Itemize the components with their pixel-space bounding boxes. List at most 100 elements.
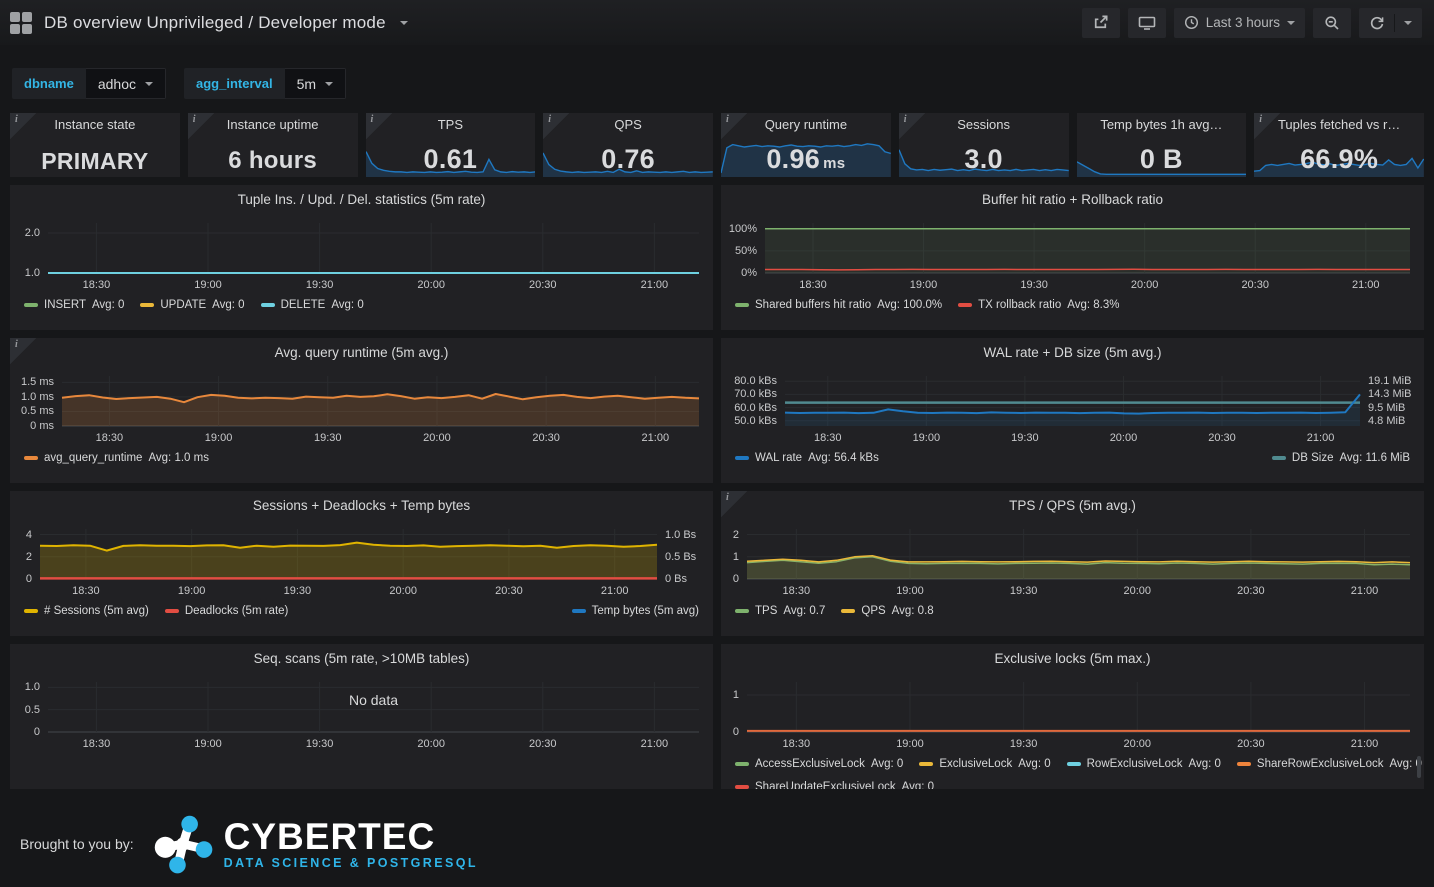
stat-panel: iTPS0.61 bbox=[366, 113, 536, 177]
chart-plot-area[interactable] bbox=[10, 338, 713, 428]
y-axis-label: 0 ms bbox=[10, 420, 54, 432]
x-axis-label: 18:30 bbox=[68, 738, 124, 750]
stat-value: 0 B bbox=[1077, 144, 1247, 175]
legend-item[interactable]: INSERTAvg: 0 bbox=[24, 299, 124, 311]
legend-scrollbar[interactable] bbox=[1417, 756, 1421, 778]
dashboards-grid-icon[interactable] bbox=[10, 12, 32, 34]
legend-color-swatch bbox=[735, 303, 749, 307]
legend-item[interactable]: ExclusiveLockAvg: 0 bbox=[919, 758, 1050, 770]
panel-info-icon[interactable]: i bbox=[366, 113, 392, 139]
legend-item[interactable]: UPDATEAvg: 0 bbox=[140, 299, 244, 311]
legend-item[interactable]: WAL rate Avg: 56.4 kBs bbox=[735, 452, 879, 464]
legend-item[interactable]: DELETEAvg: 0 bbox=[261, 299, 364, 311]
tv-icon bbox=[1138, 15, 1156, 31]
y-axis-label: 0% bbox=[721, 267, 757, 279]
legend-item[interactable]: TPSAvg: 0.7 bbox=[735, 605, 825, 617]
x-axis-label: 20:00 bbox=[375, 585, 431, 597]
y-axis-label: 70.0 kBs bbox=[721, 388, 777, 400]
chart-plot-area[interactable] bbox=[10, 644, 713, 734]
legend-item[interactable]: Deadlocks (5m rate) bbox=[165, 605, 289, 617]
share-button[interactable] bbox=[1082, 8, 1120, 38]
legend-series-label: # Sessions (5m avg) bbox=[44, 605, 149, 617]
chart-plot-area[interactable] bbox=[721, 338, 1424, 428]
footer-text: Brought to you by: bbox=[20, 836, 134, 852]
legend-color-swatch bbox=[735, 762, 749, 766]
button-divider bbox=[1394, 14, 1395, 32]
legend-item[interactable]: Temp bytes (5m avg) bbox=[572, 605, 699, 617]
legend-color-swatch bbox=[735, 609, 749, 613]
legend-item[interactable]: DB SizeAvg: 11.6 MiB bbox=[1272, 452, 1410, 464]
legend: INSERTAvg: 0UPDATEAvg: 0DELETEAvg: 0 bbox=[24, 299, 699, 311]
chart-plot-area[interactable] bbox=[721, 491, 1424, 581]
legend-item[interactable]: avg_query_runtimeAvg: 1.0 ms bbox=[24, 452, 209, 464]
chart-panel: Sessions + Deadlocks + Temp bytes0240 Bs… bbox=[10, 491, 713, 636]
legend: TPSAvg: 0.7 QPSAvg: 0.8 bbox=[735, 605, 1410, 617]
panel-info-icon[interactable]: i bbox=[721, 491, 747, 517]
legend-series-label: Deadlocks (5m rate) bbox=[185, 605, 289, 617]
x-axis-label: 18:30 bbox=[58, 585, 114, 597]
title-chevron-down-icon[interactable] bbox=[400, 21, 408, 25]
tv-mode-button[interactable] bbox=[1128, 8, 1166, 38]
variable-value-dropdown[interactable]: adhoc bbox=[86, 68, 166, 99]
legend-item[interactable]: ShareRowExclusiveLockAvg: 0 bbox=[1237, 758, 1422, 770]
dashboard-title[interactable]: DB overview Unprivileged / Developer mod… bbox=[44, 13, 386, 33]
panel-info-icon[interactable]: i bbox=[10, 113, 36, 139]
legend-item[interactable]: ShareUpdateExclusiveLockAvg: 0 bbox=[735, 781, 934, 789]
legend-color-swatch bbox=[165, 609, 179, 613]
legend-item[interactable]: AccessExclusiveLockAvg: 0 bbox=[735, 758, 903, 770]
legend-avg-value: Avg: 0 bbox=[331, 299, 363, 311]
stat-panel-title[interactable]: Temp bytes 1h avg… bbox=[1077, 117, 1247, 132]
template-variables: dbnameadhocagg_interval5m bbox=[12, 68, 1434, 99]
legend-series-label: QPS bbox=[861, 605, 885, 617]
y-axis-label: 100% bbox=[721, 223, 757, 235]
y-axis-label: 60.0 kBs bbox=[721, 402, 777, 414]
stat-value-number: 6 hours bbox=[228, 147, 317, 174]
x-axis-label: 21:00 bbox=[1337, 738, 1393, 750]
zoom-out-button[interactable] bbox=[1313, 8, 1351, 38]
navbar: DB overview Unprivileged / Developer mod… bbox=[0, 0, 1434, 45]
x-axis-label: 18:30 bbox=[81, 432, 137, 444]
panel-info-icon[interactable]: i bbox=[188, 113, 214, 139]
refresh-interval-chevron-icon[interactable] bbox=[1404, 21, 1412, 25]
variable-label: agg_interval bbox=[184, 68, 285, 99]
stat-value: 0.61 bbox=[366, 144, 536, 175]
x-axis-label: 19:00 bbox=[180, 738, 236, 750]
y-axis-right-label: 0 Bs bbox=[665, 573, 687, 585]
panel-info-icon[interactable]: i bbox=[899, 113, 925, 139]
panel-info-icon[interactable]: i bbox=[543, 113, 569, 139]
legend-avg-value: Avg: 1.0 ms bbox=[148, 452, 209, 464]
chart-plot-area[interactable] bbox=[10, 491, 713, 581]
panel-info-icon[interactable]: i bbox=[721, 113, 747, 139]
x-axis-label: 19:30 bbox=[1006, 279, 1062, 291]
x-axis-label: 21:00 bbox=[1338, 279, 1394, 291]
chart-plot-area[interactable] bbox=[10, 185, 713, 275]
chart-panel-grid: Tuple Ins. / Upd. / Del. statistics (5m … bbox=[10, 185, 1424, 789]
legend-item[interactable]: Shared buffers hit ratioAvg: 100.0% bbox=[735, 299, 942, 311]
y-axis-label: 0.5 bbox=[10, 704, 40, 716]
time-range-picker[interactable]: Last 3 hours bbox=[1174, 8, 1305, 38]
chart-plot-area[interactable] bbox=[721, 644, 1424, 734]
x-axis-label: 21:00 bbox=[626, 738, 682, 750]
x-axis-label: 20:30 bbox=[515, 279, 571, 291]
variable-value-dropdown[interactable]: 5m bbox=[285, 68, 346, 99]
refresh-button-group[interactable] bbox=[1359, 8, 1422, 38]
legend-item[interactable]: TX rollback ratioAvg: 8.3% bbox=[958, 299, 1119, 311]
x-axis-label: 19:00 bbox=[896, 279, 952, 291]
legend-series-label: UPDATE bbox=[160, 299, 206, 311]
y-axis-right-label: 0.5 Bs bbox=[665, 551, 696, 563]
legend-item[interactable]: # Sessions (5m avg) bbox=[24, 605, 149, 617]
panel-info-icon[interactable]: i bbox=[10, 338, 36, 364]
x-axis-label: 21:00 bbox=[1337, 585, 1393, 597]
legend-item[interactable]: RowExclusiveLockAvg: 0 bbox=[1067, 758, 1221, 770]
legend-avg-value: Avg: 56.4 kBs bbox=[808, 452, 879, 464]
chart-plot-area[interactable] bbox=[721, 185, 1424, 275]
legend-item[interactable]: QPSAvg: 0.8 bbox=[841, 605, 933, 617]
legend-series-label: ShareUpdateExclusiveLock bbox=[755, 781, 896, 789]
y-axis-label: 1 bbox=[721, 689, 739, 701]
legend-series-label: WAL rate bbox=[755, 452, 802, 464]
y-axis-label: 50% bbox=[721, 245, 757, 257]
panel-info-icon[interactable]: i bbox=[1254, 113, 1280, 139]
x-axis-label: 19:00 bbox=[164, 585, 220, 597]
brand-tagline: DATA SCIENCE & POSTGRESQL bbox=[224, 857, 478, 870]
stat-value-number: 0.76 bbox=[601, 144, 655, 174]
